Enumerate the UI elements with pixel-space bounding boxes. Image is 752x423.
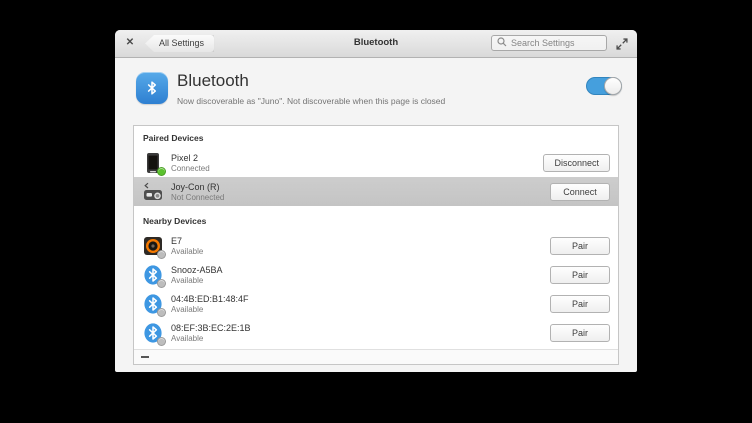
bluetooth-icon — [142, 264, 164, 286]
device-action-button[interactable]: Connect — [550, 183, 610, 201]
device-row[interactable]: E7 Available Pair — [134, 231, 618, 260]
device-status: Not Connected — [171, 193, 224, 202]
bluetooth-toggle[interactable] — [586, 77, 622, 95]
device-status: Available — [171, 247, 203, 256]
device-row[interactable]: Pixel 2 Connected Disconnect — [134, 148, 618, 177]
desktop: { "window": { "headerbar": { "close_icon… — [0, 0, 752, 423]
phone-icon — [142, 152, 164, 174]
device-status: Connected — [171, 164, 210, 173]
device-list-frame: Paired Devices Pixel 2 Connected Disconn… — [133, 125, 619, 365]
maximize-icon[interactable] — [616, 37, 628, 49]
minus-icon — [141, 356, 149, 358]
device-name: E7 — [171, 236, 203, 246]
device-name: Joy-Con (R) — [171, 182, 224, 192]
status-dot — [157, 337, 166, 346]
device-action-button[interactable]: Pair — [550, 266, 610, 284]
device-status: Available — [171, 276, 223, 285]
section-header: Nearby Devices — [134, 206, 618, 231]
page-title: Bluetooth — [177, 71, 249, 91]
device-name: 04:4B:ED:B1:48:4F — [171, 294, 249, 304]
device-row[interactable]: Joy-Con (R) Not Connected Connect — [134, 177, 618, 206]
device-row[interactable]: Snooz-A5BA Available Pair — [134, 260, 618, 289]
search-icon — [497, 34, 507, 52]
list-toolbar — [134, 349, 618, 364]
speaker-icon — [142, 235, 164, 257]
gamepad-icon — [142, 181, 164, 203]
search-input[interactable]: Search Settings — [491, 35, 607, 51]
device-action-button[interactable]: Pair — [550, 324, 610, 342]
device-name: Snooz-A5BA — [171, 265, 223, 275]
status-dot — [157, 308, 166, 317]
search-placeholder: Search Settings — [511, 38, 575, 48]
status-dot — [157, 250, 166, 259]
headerbar: ✕ All Settings Bluetooth Search Settings — [115, 30, 637, 58]
device-name: Pixel 2 — [171, 153, 210, 163]
bluetooth-icon — [136, 72, 168, 104]
device-name: 08:EF:3B:EC:2E:1B — [171, 323, 251, 333]
device-row[interactable]: 08:EF:3B:EC:2E:1B Available Pair — [134, 318, 618, 347]
device-row[interactable]: 04:4B:ED:B1:48:4F Available Pair — [134, 289, 618, 318]
bluetooth-icon — [142, 322, 164, 344]
device-action-button[interactable]: Disconnect — [543, 154, 610, 172]
bluetooth-icon — [142, 293, 164, 315]
remove-device-button[interactable] — [141, 356, 149, 358]
section-header: Paired Devices — [134, 126, 618, 148]
discoverable-subtitle: Now discoverable as "Juno". Not discover… — [177, 96, 445, 106]
device-status: Available — [171, 334, 251, 343]
status-dot — [157, 279, 166, 288]
status-dot — [157, 167, 166, 176]
device-action-button[interactable]: Pair — [550, 237, 610, 255]
device-status: Available — [171, 305, 249, 314]
device-action-button[interactable]: Pair — [550, 295, 610, 313]
toggle-knob — [604, 77, 622, 95]
settings-window: ✕ All Settings Bluetooth Search Settings… — [115, 30, 637, 372]
device-list: Paired Devices Pixel 2 Connected Disconn… — [134, 126, 618, 349]
